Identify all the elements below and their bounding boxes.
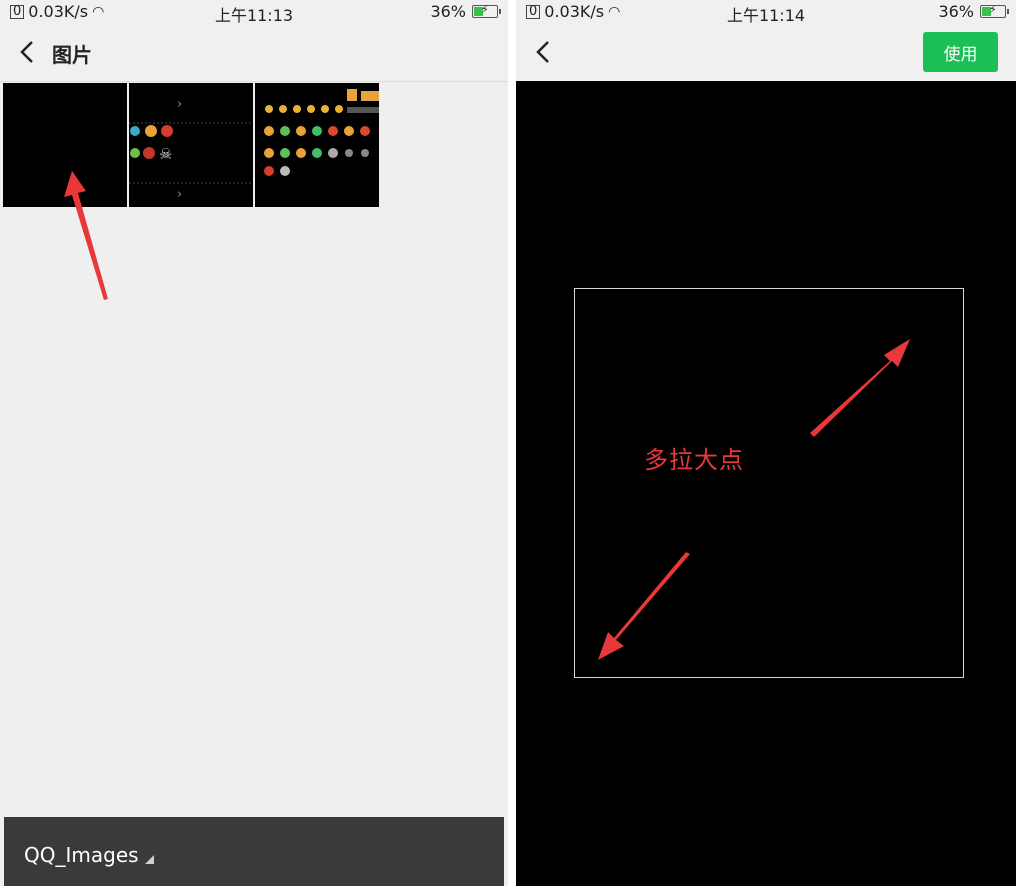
battery-icon: ⚡ bbox=[980, 3, 1009, 18]
bottom-bar: QQ_Images bbox=[4, 817, 504, 886]
svg-text:›: › bbox=[177, 187, 182, 202]
svg-text:☠: ☠ bbox=[159, 145, 172, 163]
battery-icon: ⚡ bbox=[472, 3, 501, 18]
battery-percent: 36% bbox=[938, 2, 974, 21]
annotation-text: 多拉大点 bbox=[644, 446, 744, 474]
crop-screen: 0 0.03K/s ◠ 上午11:14 36% ⚡ 使用 多拉大点 bbox=[516, 0, 1016, 886]
thumbnail-sticker-sheet-partial[interactable]: › ☠ › bbox=[129, 83, 253, 207]
sticker-sheet-graphic bbox=[264, 89, 379, 176]
battery-percent: 36% bbox=[430, 2, 466, 21]
sticker-sheet-graphic: › ☠ › bbox=[129, 97, 253, 202]
status-time: 上午11:14 bbox=[726, 6, 806, 25]
back-arrow-icon[interactable] bbox=[530, 38, 558, 66]
thumbnail-black-image[interactable] bbox=[3, 83, 127, 207]
status-bar: 0 0.03K/s ◠ 上午11:13 36% ⚡ bbox=[0, 0, 508, 25]
folder-selector[interactable]: QQ_Images bbox=[24, 843, 154, 867]
nav-bar: 图片 bbox=[0, 24, 508, 82]
thumbnail-sticker-sheet-full[interactable] bbox=[255, 83, 379, 207]
page-title: 图片 bbox=[52, 43, 92, 67]
dropdown-triangle-icon bbox=[144, 855, 154, 864]
status-time: 上午11:13 bbox=[214, 6, 294, 25]
nav-bar: 使用 bbox=[516, 24, 1016, 81]
thumbnail-grid: › ☠ › bbox=[3, 83, 379, 207]
back-arrow-icon[interactable] bbox=[14, 38, 42, 66]
image-picker-screen: 0 0.03K/s ◠ 上午11:13 36% ⚡ 图片 › ☠ › QQ_Im… bbox=[0, 0, 508, 886]
svg-text:›: › bbox=[177, 97, 182, 112]
crop-frame[interactable] bbox=[574, 288, 964, 678]
use-button[interactable]: 使用 bbox=[923, 32, 998, 72]
status-bar: 0 0.03K/s ◠ 上午11:14 36% ⚡ bbox=[516, 0, 1016, 25]
folder-name: QQ_Images bbox=[24, 843, 139, 867]
